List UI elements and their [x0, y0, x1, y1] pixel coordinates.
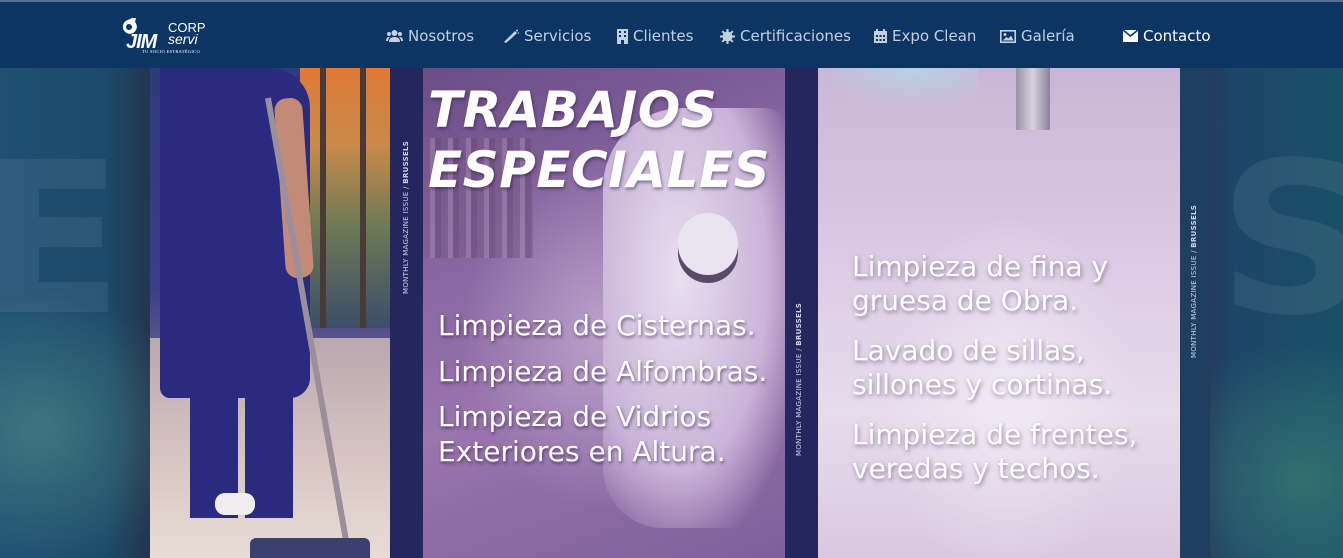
- nav-item-servicios[interactable]: Servicios: [503, 25, 591, 47]
- nav-item-contacto[interactable]: Contacto: [1123, 25, 1211, 47]
- service-item: Limpieza de fina y: [852, 250, 1109, 283]
- envelope-icon: [1123, 30, 1138, 42]
- users-icon: [386, 30, 403, 42]
- nav-item-expo-clean[interactable]: Expo Clean: [874, 25, 976, 47]
- spray-icon: [504, 29, 519, 43]
- nav-item-label: Contacto: [1143, 27, 1211, 45]
- nav-item-clientes[interactable]: Clientes: [617, 25, 693, 47]
- service-item: gruesa de Obra.: [852, 284, 1079, 317]
- strip-label: MONTHLY MAGAZINE ISSUE / BRUSSELS: [402, 140, 410, 294]
- logo-servi: servi: [168, 31, 198, 47]
- nav-item-label: Servicios: [524, 27, 592, 45]
- site-logo[interactable]: JIM CORP servi TU SOCIO ESTRATÉGICO: [118, 16, 213, 58]
- nav-item-label: Certificaciones: [740, 27, 851, 45]
- hero-panel-construction-cleaning: Limpieza de fina y gruesa de Obra. Lavad…: [818, 68, 1180, 558]
- service-item: sillones y cortinas.: [852, 368, 1113, 401]
- service-item: Lavado de sillas,: [852, 334, 1085, 367]
- divider-strip: MONTHLY MAGAZINE ISSUE / BRUSSELS: [1180, 68, 1210, 558]
- service-item: veredas y techos.: [852, 452, 1100, 485]
- image-icon: [1000, 29, 1016, 43]
- nav-item-galeria[interactable]: Galería: [1000, 25, 1075, 47]
- calendar-icon: [874, 29, 887, 43]
- nav-item-label: Nosotros: [408, 27, 475, 45]
- hero-photo-cleaner: [150, 68, 390, 558]
- service-list-left: Limpieza de Cisternas. Limpieza de Alfom…: [438, 309, 767, 469]
- nav-item-label: Expo Clean: [892, 27, 977, 45]
- nav-item-label: Galería: [1021, 27, 1075, 45]
- service-item: Limpieza de Vidrios: [438, 400, 712, 433]
- service-item: Limpieza de Alfombras.: [438, 354, 768, 388]
- service-item: Limpieza de Cisternas.: [438, 309, 756, 342]
- window-background: [300, 68, 390, 328]
- service-item: Exteriores en Altura.: [438, 434, 726, 468]
- building-icon: [617, 28, 628, 44]
- hero-headline: TRABAJOS ESPECIALES: [428, 81, 770, 199]
- service-item: Limpieza de frentes,: [852, 418, 1138, 451]
- nav-item-nosotros[interactable]: Nosotros: [386, 25, 474, 47]
- steam-pipe: [1016, 68, 1050, 130]
- top-navbar: JIM CORP servi TU SOCIO ESTRATÉGICO Noso…: [0, 0, 1343, 68]
- strip-label: MONTHLY MAGAZINE ISSUE / BRUSSELS: [795, 302, 803, 456]
- hero-panel-special-works: TRABAJOS ESPECIALES Limpieza de Cisterna…: [423, 68, 785, 558]
- nav-item-label: Clientes: [633, 27, 694, 45]
- respirator-mask: [678, 213, 738, 283]
- service-list-right: Limpieza de fina y gruesa de Obra. Lavad…: [852, 250, 1138, 486]
- divider-strip: MONTHLY MAGAZINE ISSUE / BRUSSELS: [390, 68, 423, 558]
- certificate-icon: [720, 28, 735, 44]
- nav-item-certificaciones[interactable]: Certificaciones: [720, 25, 851, 47]
- strip-label: MONTHLY MAGAZINE ISSUE / BRUSSELS: [1190, 204, 1198, 358]
- logo-tagline: TU SOCIO ESTRATÉGICO: [142, 49, 201, 54]
- broom-head: [250, 538, 370, 558]
- divider-strip: MONTHLY MAGAZINE ISSUE / BRUSSELS: [785, 68, 818, 558]
